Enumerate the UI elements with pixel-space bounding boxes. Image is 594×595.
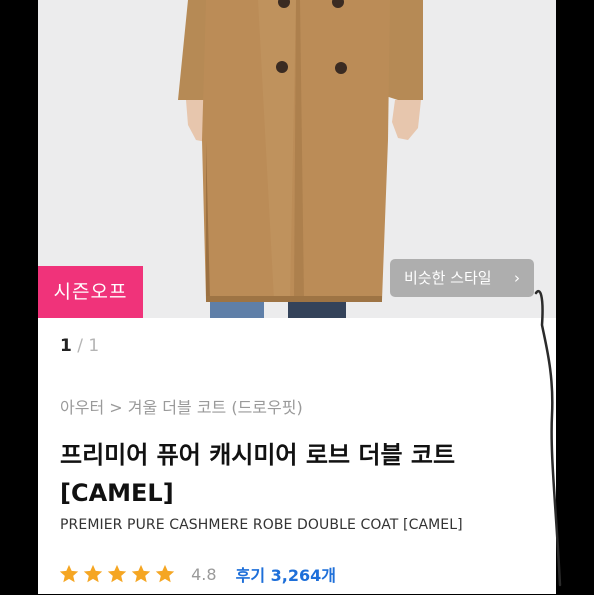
star-icon xyxy=(83,564,103,583)
product-title-line1: 프리미어 퓨어 캐시미어 로브 더블 코트 xyxy=(60,441,456,469)
breadcrumb-subcategory[interactable]: 겨울 더블 코트 (드로우핏) xyxy=(128,398,303,417)
pager-total: 1 xyxy=(88,336,100,356)
breadcrumb-category[interactable]: 아우터 xyxy=(60,398,104,417)
similar-style-button[interactable]: 비슷한 스타일 › xyxy=(390,259,534,297)
review-count-link[interactable]: 후기 3,264개 xyxy=(236,562,336,586)
star-icon xyxy=(155,564,175,583)
star-icon xyxy=(131,564,151,583)
star-icon xyxy=(107,564,127,583)
product-english-name: PREMIER PURE CASHMERE ROBE DOUBLE COAT [… xyxy=(60,517,463,533)
similar-style-label: 비슷한 스타일 xyxy=(404,269,492,287)
pager-current: 1 xyxy=(60,336,72,356)
pager-separator: / xyxy=(77,336,83,356)
pen-scribble xyxy=(534,290,562,587)
breadcrumb: 아우터 > 겨울 더블 코트 (드로우핏) xyxy=(60,394,303,418)
image-pager: 1 / 1 xyxy=(60,336,99,356)
product-detail-screen: 시즌오프 비슷한 스타일 › 1 / 1 아우터 > 겨울 더블 코트 (드로우… xyxy=(38,0,556,594)
rating-score: 4.8 xyxy=(191,564,217,584)
product-title-line2: [CAMEL] xyxy=(60,479,174,507)
chevron-right-icon: › xyxy=(514,269,520,287)
breadcrumb-separator: > xyxy=(109,398,123,417)
season-off-badge[interactable]: 시즌오프 xyxy=(38,266,143,318)
rating-row[interactable]: 4.8 후기 3,264개 xyxy=(58,562,336,592)
star-icon xyxy=(59,564,79,583)
product-title: 프리미어 퓨어 캐시미어 로브 더블 코트 [CAMEL] xyxy=(60,436,540,512)
star-rating xyxy=(58,563,178,585)
product-photo[interactable]: 시즌오프 비슷한 스타일 › xyxy=(38,0,556,318)
